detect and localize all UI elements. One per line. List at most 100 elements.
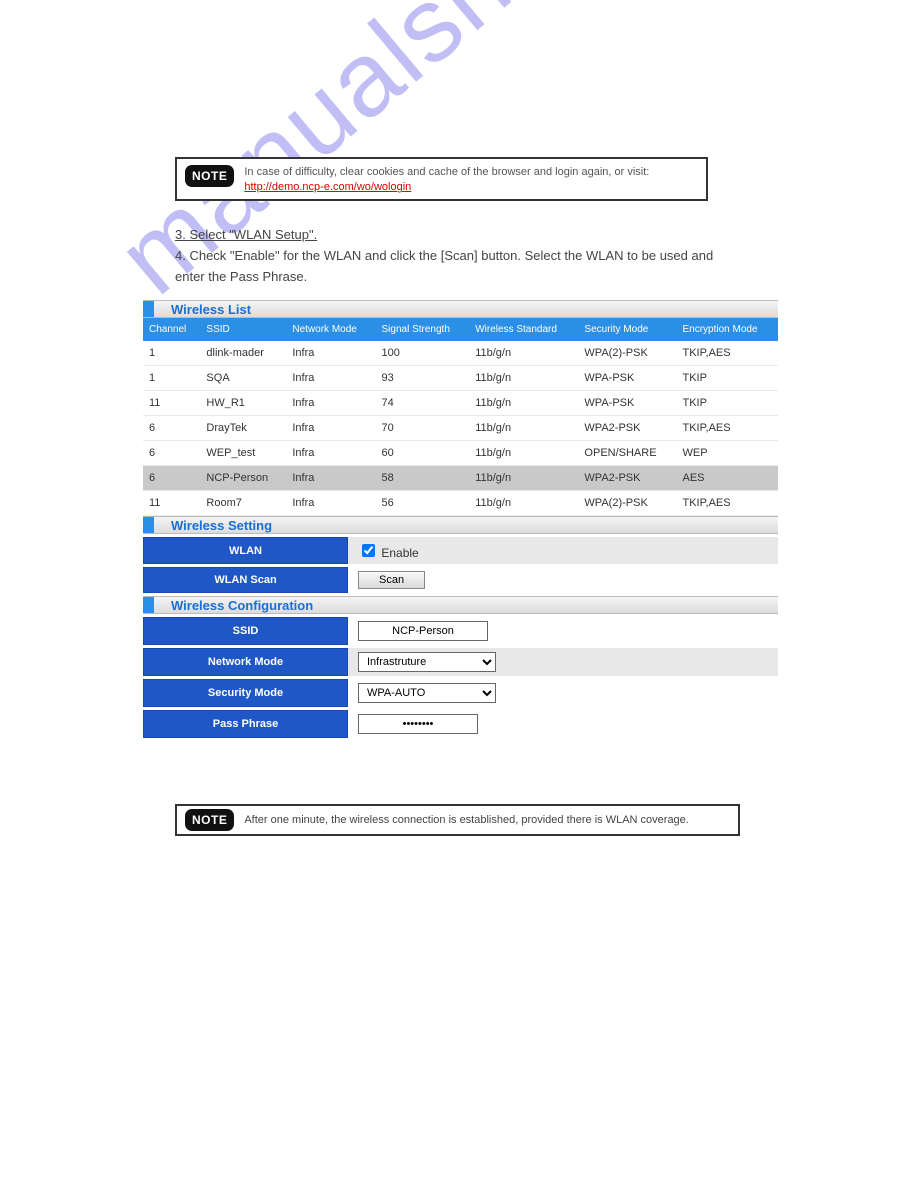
cell-std: 11b/g/n	[469, 366, 578, 391]
note-1-plain: In case of difficulty, clear cookies and…	[244, 166, 649, 178]
row-ssid: SSID	[143, 617, 778, 645]
cell-sec: OPEN/SHARE	[578, 441, 676, 466]
cell-mode: Infra	[286, 441, 375, 466]
value-netmode: Infrastruture	[348, 648, 778, 676]
router-ui: Wireless List Channel SSID Network Mode …	[143, 300, 778, 741]
note-1-link[interactable]: http://demo.ncp-e.com/wo/wologin	[244, 181, 411, 193]
wireless-config-form: SSID Network Mode Infrastruture Security…	[143, 614, 778, 741]
row-wlan-scan: WLAN Scan Scan	[143, 567, 778, 593]
cell-ssid: dlink-mader	[200, 341, 286, 366]
cell-signal: 74	[376, 391, 470, 416]
passphrase-input[interactable]	[358, 714, 478, 734]
label-wlan-scan: WLAN Scan	[143, 567, 348, 593]
wlan-enable-checkbox[interactable]	[362, 544, 375, 557]
value-wlan: Enable	[348, 537, 778, 564]
cell-mode: Infra	[286, 341, 375, 366]
cell-channel: 6	[143, 466, 200, 491]
table-row[interactable]: 1SQAInfra9311b/g/nWPA-PSKTKIP	[143, 366, 778, 391]
cell-channel: 11	[143, 391, 200, 416]
note-badge-icon: NOTE	[185, 809, 234, 831]
label-secmode: Security Mode	[143, 679, 348, 707]
cell-signal: 56	[376, 491, 470, 516]
cell-mode: Infra	[286, 391, 375, 416]
col-standard: Wireless Standard	[469, 318, 578, 341]
value-passphrase	[348, 710, 778, 738]
cell-mode: Infra	[286, 491, 375, 516]
value-wlan-scan: Scan	[348, 567, 778, 593]
table-row[interactable]: 6DrayTekInfra7011b/g/nWPA2-PSKTKIP,AES	[143, 416, 778, 441]
cell-enc: TKIP	[676, 391, 778, 416]
note-2-body: After one minute, the wireless connectio…	[244, 814, 689, 826]
cell-signal: 60	[376, 441, 470, 466]
section-header-wireless-setting: Wireless Setting	[143, 516, 778, 534]
step-4: 4. Check "Enable" for the WLAN and click…	[175, 246, 735, 288]
cell-mode: Infra	[286, 366, 375, 391]
cell-enc: TKIP,AES	[676, 341, 778, 366]
table-row[interactable]: 1dlink-maderInfra10011b/g/nWPA(2)-PSKTKI…	[143, 341, 778, 366]
cell-sec: WPA2-PSK	[578, 466, 676, 491]
cell-channel: 1	[143, 341, 200, 366]
section-chevron-icon	[143, 597, 165, 613]
cell-ssid: NCP-Person	[200, 466, 286, 491]
cell-sec: WPA-PSK	[578, 391, 676, 416]
label-ssid: SSID	[143, 617, 348, 645]
table-row[interactable]: 11HW_R1Infra7411b/g/nWPA-PSKTKIP	[143, 391, 778, 416]
label-passphrase: Pass Phrase	[143, 710, 348, 738]
section-title: Wireless List	[171, 302, 251, 317]
table-row[interactable]: 6NCP-PersonInfra5811b/g/nWPA2-PSKAES	[143, 466, 778, 491]
col-ssid: SSID	[200, 318, 286, 341]
cell-sec: WPA(2)-PSK	[578, 491, 676, 516]
section-chevron-icon	[143, 301, 165, 317]
cell-ssid: WEP_test	[200, 441, 286, 466]
section-header-wireless-config: Wireless Configuration	[143, 596, 778, 614]
cell-enc: TKIP,AES	[676, 416, 778, 441]
cell-channel: 6	[143, 416, 200, 441]
value-ssid	[348, 617, 778, 645]
cell-channel: 11	[143, 491, 200, 516]
section-title: Wireless Configuration	[171, 598, 313, 613]
table-row[interactable]: 6WEP_testInfra6011b/g/nOPEN/SHAREWEP	[143, 441, 778, 466]
ssid-input[interactable]	[358, 621, 488, 641]
secmode-select[interactable]: WPA-AUTO	[358, 683, 496, 703]
col-security: Security Mode	[578, 318, 676, 341]
cell-ssid: SQA	[200, 366, 286, 391]
section-title: Wireless Setting	[171, 518, 272, 533]
section-chevron-icon	[143, 517, 165, 533]
note-badge-icon: NOTE	[185, 165, 234, 187]
cell-sec: WPA2-PSK	[578, 416, 676, 441]
cell-enc: TKIP	[676, 366, 778, 391]
netmode-select[interactable]: Infrastruture	[358, 652, 496, 672]
step-3: 3. Select "WLAN Setup".	[175, 225, 735, 246]
note-box-2: NOTE After one minute, the wireless conn…	[175, 804, 740, 836]
cell-sec: WPA(2)-PSK	[578, 341, 676, 366]
wireless-setting-form: WLAN Enable WLAN Scan Scan	[143, 534, 778, 596]
wireless-list-table: Channel SSID Network Mode Signal Strengt…	[143, 318, 778, 516]
cell-std: 11b/g/n	[469, 416, 578, 441]
scan-button[interactable]: Scan	[358, 571, 425, 589]
row-wlan: WLAN Enable	[143, 537, 778, 564]
steps-text: 3. Select "WLAN Setup". 4. Check "Enable…	[175, 225, 735, 287]
cell-signal: 58	[376, 466, 470, 491]
cell-ssid: Room7	[200, 491, 286, 516]
cell-std: 11b/g/n	[469, 466, 578, 491]
label-netmode: Network Mode	[143, 648, 348, 676]
cell-ssid: HW_R1	[200, 391, 286, 416]
cell-channel: 1	[143, 366, 200, 391]
col-netmode: Network Mode	[286, 318, 375, 341]
cell-mode: Infra	[286, 466, 375, 491]
cell-std: 11b/g/n	[469, 491, 578, 516]
table-header-row: Channel SSID Network Mode Signal Strengt…	[143, 318, 778, 341]
note-1-body: In case of difficulty, clear cookies and…	[244, 165, 698, 196]
row-passphrase: Pass Phrase	[143, 710, 778, 738]
col-channel: Channel	[143, 318, 200, 341]
cell-sec: WPA-PSK	[578, 366, 676, 391]
cell-std: 11b/g/n	[469, 441, 578, 466]
cell-ssid: DrayTek	[200, 416, 286, 441]
row-secmode: Security Mode WPA-AUTO	[143, 679, 778, 707]
cell-enc: TKIP,AES	[676, 491, 778, 516]
cell-enc: WEP	[676, 441, 778, 466]
wlan-enable-text: Enable	[381, 546, 418, 560]
cell-std: 11b/g/n	[469, 391, 578, 416]
cell-signal: 70	[376, 416, 470, 441]
table-row[interactable]: 11Room7Infra5611b/g/nWPA(2)-PSKTKIP,AES	[143, 491, 778, 516]
